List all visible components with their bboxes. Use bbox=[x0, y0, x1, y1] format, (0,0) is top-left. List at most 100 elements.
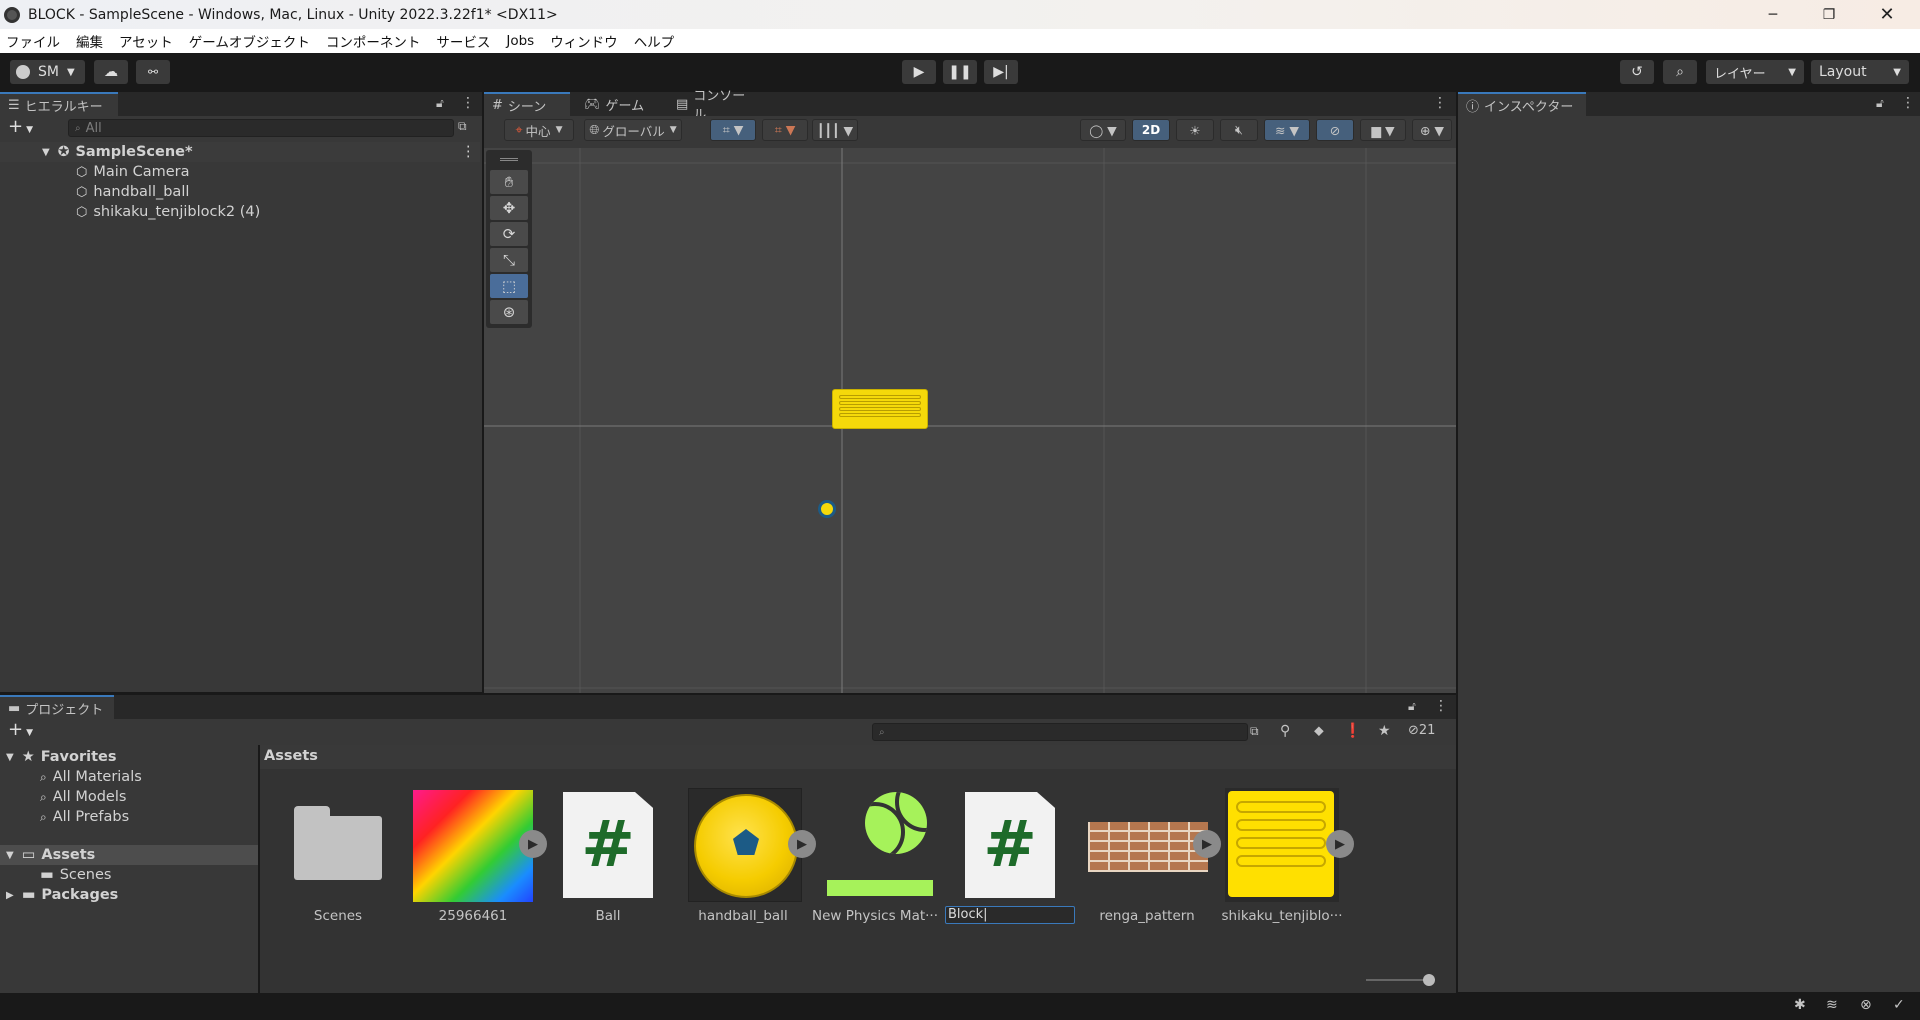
more-icon[interactable]: ⋮ bbox=[461, 144, 476, 160]
audio-toggle[interactable]: 🔇︎ bbox=[1220, 119, 1258, 141]
asset-folder[interactable]: Scenes bbox=[273, 786, 403, 926]
expand-icon[interactable]: ▼ bbox=[6, 752, 14, 763]
menu-file[interactable]: ファイル bbox=[6, 31, 60, 51]
lock-icon[interactable]: 🔓︎ bbox=[1408, 699, 1416, 714]
asset-model[interactable]: ▶ handball_ball bbox=[678, 786, 816, 926]
more-icon[interactable]: ⋮ bbox=[1901, 95, 1915, 111]
more-icon[interactable]: ⋮ bbox=[461, 95, 475, 111]
project-search-input[interactable]: ⌕ bbox=[872, 723, 1248, 741]
tenji-block-sprite[interactable] bbox=[832, 389, 928, 429]
2d-toggle[interactable]: 2D bbox=[1132, 119, 1170, 141]
tab-project[interactable]: ▬ プロジェクト bbox=[0, 695, 114, 719]
packages-row[interactable]: ▶ ▬ Packages bbox=[0, 885, 118, 905]
hierarchy-item[interactable]: ⬡ shikaku_tenjiblock2 (4) bbox=[0, 202, 480, 222]
expand-icon[interactable]: ▶ bbox=[6, 890, 14, 901]
asset-texture[interactable]: ▶ shikaku_tenjiblo··· bbox=[1217, 786, 1354, 926]
grid-snap-button[interactable]: ⌗ ▼ bbox=[710, 119, 756, 141]
expand-asset-icon[interactable]: ▶ bbox=[1326, 830, 1354, 858]
handball-ball-sprite[interactable] bbox=[818, 500, 836, 518]
asset-texture[interactable]: ▶ 25966461 bbox=[408, 786, 547, 926]
drag-handle-icon[interactable] bbox=[500, 158, 518, 161]
search-options-icon[interactable]: ⧉ bbox=[458, 119, 467, 134]
restore-icon[interactable]: ❐ bbox=[1800, 0, 1858, 29]
assets-root-row[interactable]: ▼ ▭ Assets bbox=[0, 845, 258, 865]
menu-jobs[interactable]: Jobs bbox=[506, 33, 534, 49]
hierarchy-scene-row[interactable]: ▼ ✪ SampleScene* ⋮ bbox=[0, 142, 480, 162]
zoom-slider[interactable] bbox=[1366, 979, 1428, 981]
increment-snap-button[interactable]: ┃┃┃ ▼ bbox=[812, 119, 858, 141]
asset-physics-material[interactable]: New Physics Mat··· bbox=[810, 786, 940, 926]
play-button[interactable]: ▶ bbox=[902, 60, 936, 84]
search-icon[interactable]: ⌕ bbox=[1663, 60, 1697, 84]
pivot-dropdown[interactable]: ⌖ 中心 ▼ bbox=[504, 119, 574, 141]
favorite-item[interactable]: ⌕ All Models bbox=[0, 787, 126, 807]
menu-help[interactable]: ヘルプ bbox=[634, 31, 675, 51]
scale-tool[interactable]: ⤡ bbox=[490, 248, 528, 272]
move-tool[interactable]: ✥ bbox=[490, 196, 528, 220]
camera-dropdown[interactable]: ▆ ▼ bbox=[1360, 119, 1406, 141]
expand-icon[interactable]: ▼ bbox=[42, 147, 50, 158]
star-icon[interactable]: ★ bbox=[1378, 723, 1391, 739]
menu-edit[interactable]: 編集 bbox=[76, 31, 103, 51]
pause-button[interactable]: ❚❚ bbox=[943, 60, 977, 84]
grid-visibility-button[interactable]: ⌗ ▼ bbox=[762, 119, 808, 141]
lock-icon[interactable]: 🔓︎ bbox=[1876, 96, 1884, 111]
shading-dropdown[interactable]: ◯ ▼ bbox=[1080, 119, 1126, 141]
tab-hierarchy[interactable]: ☰ ヒエラルキー bbox=[0, 92, 118, 116]
debug-icon[interactable]: ✱ bbox=[1794, 997, 1806, 1013]
layout-dropdown[interactable]: Layout ▼ bbox=[1811, 60, 1909, 84]
hierarchy-item[interactable]: ⬡ Main Camera bbox=[0, 162, 480, 182]
rect-tool[interactable]: ⬚ bbox=[490, 274, 528, 298]
add-button[interactable]: + ▼ bbox=[8, 116, 33, 137]
baking-icon[interactable]: ⊗ bbox=[1860, 997, 1872, 1013]
menu-services[interactable]: サービス bbox=[436, 31, 490, 51]
add-button[interactable]: + ▼ bbox=[8, 719, 33, 740]
scene-viewport[interactable]: ✋︎ ✥ ⟳ ⤡ ⬚ ⊛ bbox=[484, 148, 1456, 693]
gizmos-dropdown[interactable]: ⊕ ▼ bbox=[1412, 119, 1452, 141]
asset-texture[interactable]: ▶ renga_pattern bbox=[1082, 786, 1221, 926]
hidden-count[interactable]: ⊘21 bbox=[1408, 723, 1435, 738]
account-button[interactable]: SM ▼ bbox=[10, 60, 85, 84]
more-icon[interactable]: ⋮ bbox=[1434, 698, 1448, 714]
tab-inspector[interactable]: ⓘ インスペクター bbox=[1458, 92, 1586, 116]
layers-dropdown[interactable]: レイヤー ▼ bbox=[1706, 60, 1804, 84]
scene-visibility-toggle[interactable]: ⊘ bbox=[1316, 119, 1354, 141]
hand-tool[interactable]: ✋︎ bbox=[490, 170, 528, 194]
cache-icon[interactable]: ≋ bbox=[1826, 997, 1838, 1013]
folder-row[interactable]: ▬ Scenes bbox=[0, 865, 111, 885]
asset-script-renaming[interactable]: # Block| bbox=[945, 786, 1075, 926]
lighting-toggle[interactable]: ☀ bbox=[1176, 119, 1214, 141]
favorites-row[interactable]: ▼ ★ Favorites bbox=[0, 747, 116, 767]
history-icon[interactable]: ↺ bbox=[1620, 60, 1654, 84]
favorite-item[interactable]: ⌕ All Prefabs bbox=[0, 807, 129, 827]
progress-icon[interactable]: ✓ bbox=[1893, 997, 1905, 1013]
asset-script[interactable]: # Ball bbox=[543, 786, 673, 926]
collab-icon[interactable]: ⚯ bbox=[136, 60, 170, 84]
hierarchy-search-input[interactable]: ⌕ All bbox=[68, 119, 454, 137]
minimize-icon[interactable]: ─ bbox=[1744, 0, 1802, 29]
tag-icon[interactable]: ⬥ bbox=[1314, 723, 1324, 739]
warning-icon[interactable]: ❗ bbox=[1344, 723, 1361, 739]
menu-component[interactable]: コンポーネント bbox=[326, 31, 421, 51]
tab-console[interactable]: ▤コンソール bbox=[668, 89, 758, 123]
expand-icon[interactable]: ▼ bbox=[6, 850, 14, 861]
tab-game[interactable]: 🎮︎ ゲーム bbox=[576, 92, 656, 116]
rotate-tool[interactable]: ⟳ bbox=[490, 222, 528, 246]
menu-window[interactable]: ウィンドウ bbox=[550, 31, 618, 51]
search-options-icon[interactable]: ⧉ bbox=[1250, 724, 1259, 739]
cloud-icon[interactable]: ☁ bbox=[94, 60, 128, 84]
transform-tool[interactable]: ⊛ bbox=[490, 300, 528, 324]
menu-gameobject[interactable]: ゲームオブジェクト bbox=[189, 31, 310, 51]
rename-input[interactable]: Block| bbox=[945, 906, 1075, 924]
lock-icon[interactable]: 🔓︎ bbox=[436, 96, 444, 111]
menu-assets[interactable]: アセット bbox=[119, 31, 173, 51]
hierarchy-item[interactable]: ⬡ handball_ball bbox=[0, 182, 480, 202]
effects-dropdown[interactable]: ≋ ▼ bbox=[1264, 119, 1310, 141]
more-icon[interactable]: ⋮ bbox=[1433, 95, 1447, 111]
zoom-slider-handle[interactable] bbox=[1423, 974, 1435, 986]
tab-scene[interactable]: # シーン bbox=[484, 92, 570, 116]
filter-type-icon[interactable]: ⚲ bbox=[1280, 723, 1290, 739]
favorite-item[interactable]: ⌕ All Materials bbox=[0, 767, 142, 787]
close-icon[interactable]: ✕ bbox=[1858, 0, 1916, 29]
step-button[interactable]: ▶| bbox=[984, 60, 1018, 84]
